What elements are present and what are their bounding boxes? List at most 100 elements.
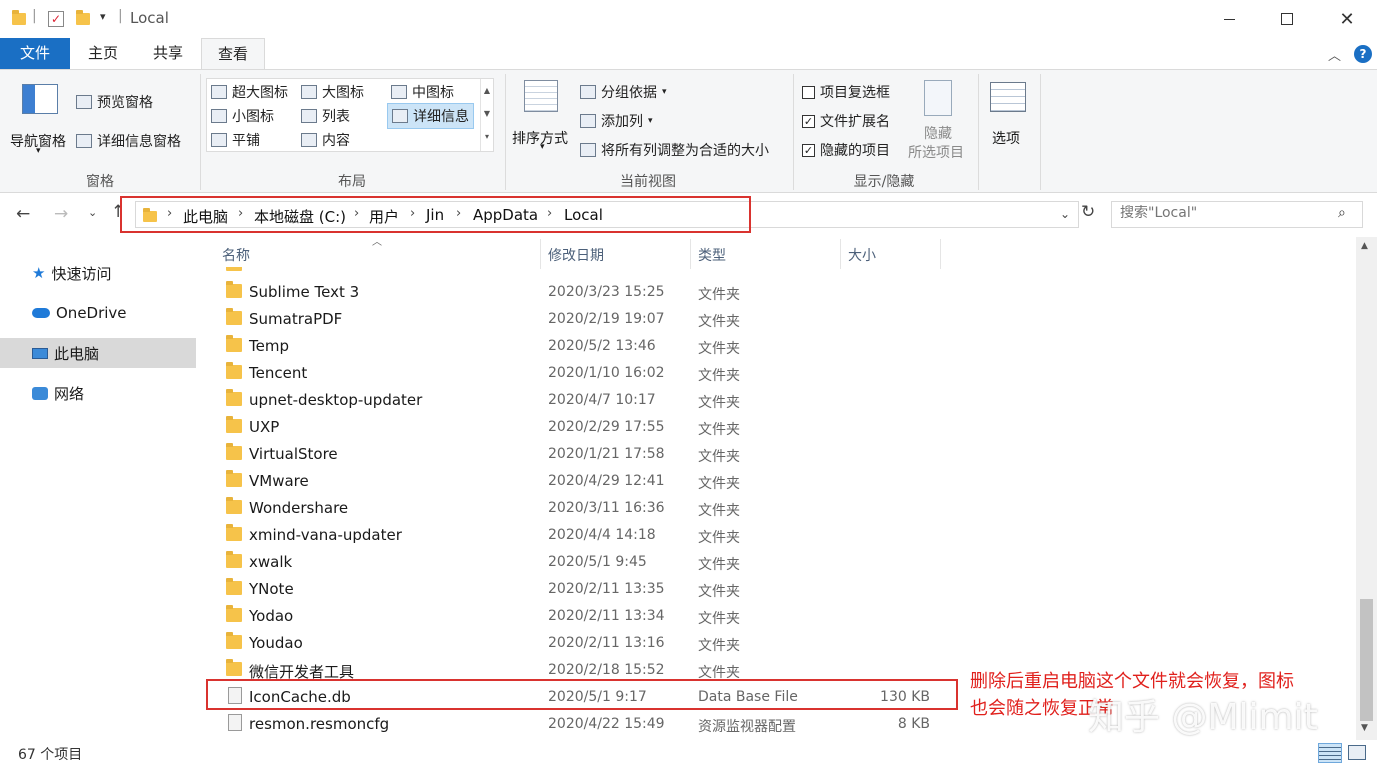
file-row[interactable]: xwalk 2020/5/1 9:45 文件夹 [220, 549, 1120, 576]
layout-small-icons[interactable]: 小图标 [211, 106, 274, 126]
column-header-size[interactable]: 大小 [848, 245, 876, 265]
file-extensions-toggle[interactable]: ✓ 文件扩展名 [802, 111, 890, 131]
preview-pane-button[interactable]: 预览窗格 [76, 92, 153, 112]
divider[interactable] [940, 239, 941, 269]
group-by-icon [580, 85, 596, 99]
file-row[interactable]: UXP 2020/2/29 17:55 文件夹 [220, 414, 1120, 441]
back-icon[interactable]: ← [16, 204, 30, 224]
small-icons-icon [211, 109, 227, 123]
watermark: 知乎 @Mlimit [1088, 697, 1318, 738]
details-view-icon[interactable] [1318, 743, 1342, 763]
search-box[interactable]: ⌕ [1111, 201, 1363, 228]
tab-share[interactable]: 共享 [136, 38, 200, 69]
file-date: 2020/4/22 15:49 [548, 716, 665, 732]
folder-icon [226, 470, 242, 487]
layout-list[interactable]: 列表 [301, 106, 350, 126]
help-icon[interactable]: ? [1354, 45, 1372, 63]
network-icon [32, 386, 48, 400]
collapse-ribbon-icon[interactable]: ︿ [1328, 45, 1341, 64]
file-name: YNote [249, 580, 294, 598]
nav-item-label: 此电脑 [54, 344, 100, 363]
forward-icon[interactable]: → [54, 204, 68, 224]
file-date: 2020/1/21 17:58 [548, 446, 665, 462]
layout-medium-icons[interactable]: 中图标 [391, 82, 454, 102]
file-row[interactable]: Youdao 2020/2/11 13:16 文件夹 [220, 630, 1120, 657]
minimize-button[interactable] [1200, 0, 1258, 38]
layout-scrollbar[interactable]: ▲ ▼ ▾ [480, 79, 493, 151]
scrollbar-thumb[interactable] [1360, 599, 1373, 721]
tab-file[interactable]: 文件 [0, 38, 70, 69]
divider [978, 74, 979, 190]
file-row[interactable]: Temp 2020/5/2 13:46 文件夹 [220, 333, 1120, 360]
file-row[interactable]: Wondershare 2020/3/11 16:36 文件夹 [220, 495, 1120, 522]
options-button[interactable]: 选项 [984, 76, 1032, 160]
nav-item-label: OneDrive [56, 304, 127, 322]
layout-tiles[interactable]: 平铺 [211, 130, 260, 150]
file-row[interactable]: upnet-desktop-updater 2020/4/7 10:17 文件夹 [220, 387, 1120, 414]
nav-pane-icon [22, 84, 58, 114]
tab-home[interactable]: 主页 [70, 38, 136, 69]
new-folder-icon[interactable] [76, 10, 90, 25]
nav-item-this-pc[interactable]: 此电脑 [0, 338, 196, 368]
layout-content[interactable]: 内容 [301, 130, 350, 150]
file-extensions-checkbox[interactable]: ✓ [802, 114, 815, 128]
file-row[interactable]: VirtualStore 2020/1/21 17:58 文件夹 [220, 441, 1120, 468]
hidden-items-toggle[interactable]: ✓ 隐藏的项目 [802, 140, 890, 160]
layout-extra-large-icons[interactable]: 超大图标 [211, 82, 288, 102]
item-checkboxes-toggle[interactable]: 项目复选框 [802, 82, 890, 102]
nav-item-label: 快速访问 [51, 264, 112, 283]
hide-selected-button[interactable]: 隐藏 所选项目 [906, 76, 972, 166]
fit-columns-button[interactable]: 将所有列调整为合适的大小 [580, 140, 769, 160]
maximize-button[interactable] [1258, 0, 1316, 38]
folder-icon [226, 416, 242, 433]
sort-by-icon [524, 80, 558, 112]
divider[interactable] [840, 239, 841, 269]
recent-locations-icon[interactable]: ⌄ [88, 206, 97, 219]
folder-icon [226, 443, 242, 460]
scroll-up-icon[interactable]: ▲ [1361, 241, 1368, 251]
customize-toolbar-icon[interactable]: ▾ [100, 10, 106, 23]
add-column-button[interactable]: 添加列 ▾ [580, 111, 653, 131]
properties-icon[interactable]: ✓ [48, 11, 64, 27]
nav-item-quick-access[interactable]: ★ 快速访问 [0, 258, 196, 288]
nav-item-network[interactable]: 网络 [0, 378, 196, 408]
file-row[interactable]: VMware 2020/4/29 12:41 文件夹 [220, 468, 1120, 495]
file-date: 2020/2/11 13:35 [548, 581, 665, 597]
group-by-button[interactable]: 分组依据 ▾ [580, 82, 667, 102]
file-row[interactable]: Sublime Text 3 2020/3/23 15:25 文件夹 [220, 279, 1120, 306]
nav-item-onedrive[interactable]: OneDrive [0, 298, 196, 328]
layout-label: 内容 [322, 133, 350, 149]
divider[interactable] [540, 239, 541, 269]
layout-label: 平铺 [232, 133, 260, 149]
file-row[interactable]: YNote 2020/2/11 13:35 文件夹 [220, 576, 1120, 603]
file-row[interactable]: SumatraPDF 2020/2/19 19:07 文件夹 [220, 306, 1120, 333]
column-header-date[interactable]: 修改日期 [548, 245, 604, 265]
close-button[interactable]: ✕ [1318, 0, 1376, 38]
large-icons-view-icon[interactable] [1348, 745, 1366, 760]
divider[interactable] [690, 239, 691, 269]
sort-by-button[interactable]: 排序方式 ▾ [510, 76, 576, 160]
column-header-name[interactable]: 名称 [222, 245, 250, 265]
vertical-scrollbar[interactable]: ▲ ▼ [1356, 237, 1377, 740]
scroll-down-icon[interactable]: ▼ [1361, 723, 1368, 733]
details-pane-button[interactable]: 详细信息窗格 [76, 131, 181, 151]
file-row[interactable]: Tencent 2020/1/10 16:02 文件夹 [220, 360, 1120, 387]
tab-view[interactable]: 查看 [201, 38, 265, 70]
column-header-type[interactable]: 类型 [698, 245, 726, 265]
details-pane-icon [76, 134, 92, 148]
file-row[interactable]: Yodao 2020/2/11 13:34 文件夹 [220, 603, 1120, 630]
item-checkboxes-checkbox[interactable] [802, 85, 815, 99]
search-input[interactable] [1120, 205, 1330, 221]
file-name: Tencent [249, 364, 308, 382]
file-row[interactable]: xmind-vana-updater 2020/4/4 14:18 文件夹 [220, 522, 1120, 549]
address-dropdown-icon[interactable]: ⌄ [1060, 207, 1070, 221]
extra-large-icons-icon [211, 85, 227, 99]
divider [793, 74, 794, 190]
file-type: 文件夹 [698, 476, 740, 492]
nav-pane-button[interactable]: 导航窗格 ▾ [8, 80, 74, 160]
hidden-items-checkbox[interactable]: ✓ [802, 143, 815, 157]
layout-details[interactable]: 详细信息 [387, 103, 474, 129]
add-column-label: 添加列 [601, 114, 643, 130]
refresh-icon[interactable]: ↻ [1081, 202, 1095, 222]
layout-large-icons[interactable]: 大图标 [301, 82, 364, 102]
